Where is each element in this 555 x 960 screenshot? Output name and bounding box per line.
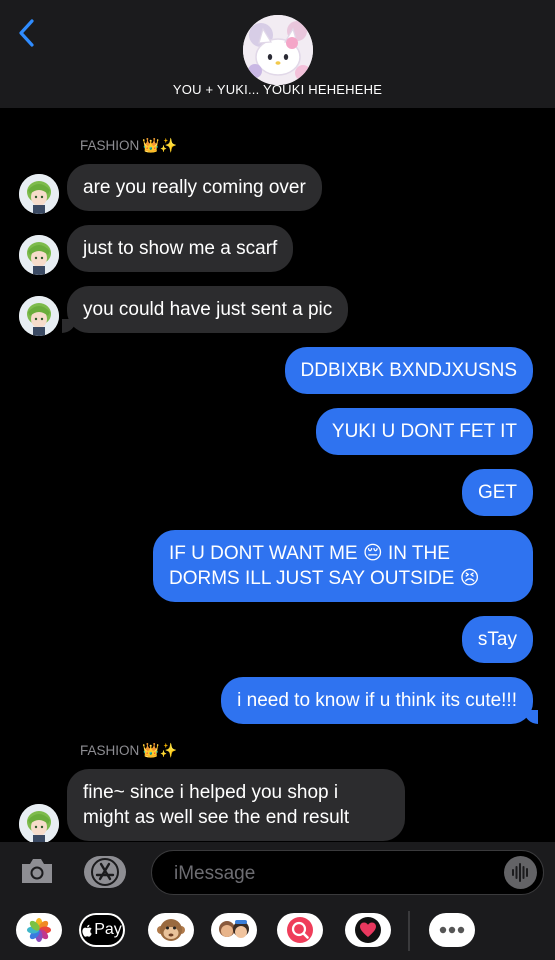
anime-avatar-icon bbox=[19, 174, 59, 214]
outgoing-message-bubble[interactable]: DDBIXBK BXNDJXUSNS bbox=[284, 347, 533, 394]
sender-name: FASHION 👑✨ bbox=[80, 742, 177, 759]
message-input[interactable] bbox=[172, 860, 496, 888]
audio-waveform-icon bbox=[512, 863, 528, 882]
message-text: DDBIXBK BXNDJXUSNS bbox=[300, 360, 517, 381]
image-search-app-button[interactable] bbox=[277, 913, 323, 947]
apple-pay-app-button[interactable]: Pay bbox=[79, 913, 125, 947]
incoming-message-bubble[interactable]: fine~ since i helped you shop i might as… bbox=[67, 769, 405, 841]
animoji-icon bbox=[157, 919, 185, 941]
chevron-left-icon bbox=[19, 19, 34, 47]
anime-avatar-icon bbox=[19, 296, 59, 336]
memoji-icon bbox=[219, 920, 249, 938]
outgoing-message-bubble[interactable]: IF U DONT WANT ME 😔 IN THE DORMS ILL JUS… bbox=[153, 530, 533, 602]
outgoing-message-bubble[interactable]: GET bbox=[461, 469, 533, 516]
drawer-divider bbox=[408, 911, 410, 951]
message-text: you could have just sent a pic bbox=[83, 299, 333, 320]
outgoing-message-bubble[interactable]: sTay bbox=[461, 616, 533, 663]
apple-logo-icon bbox=[82, 924, 92, 937]
message-text: just to show me a scarf bbox=[83, 238, 278, 259]
message-text: YUKI U DONT FET IT bbox=[331, 421, 517, 442]
more-apps-button[interactable] bbox=[429, 913, 475, 947]
photos-app-button[interactable] bbox=[16, 913, 62, 947]
anime-avatar-icon bbox=[19, 235, 59, 275]
app-store-button[interactable] bbox=[84, 856, 126, 888]
incoming-message-bubble[interactable]: you could have just sent a pic bbox=[62, 286, 349, 333]
contact-avatar[interactable] bbox=[19, 235, 59, 275]
app-store-icon bbox=[91, 858, 119, 886]
digital-touch-icon bbox=[355, 917, 381, 943]
incoming-message-bubble[interactable]: are you really coming over bbox=[67, 164, 322, 211]
more-icon bbox=[439, 926, 465, 934]
message-text: sTay bbox=[477, 629, 517, 650]
outgoing-message-bubble[interactable]: i need to know if u think its cute!!! bbox=[221, 677, 538, 724]
outgoing-message-bubble[interactable]: YUKI U DONT FET IT bbox=[315, 408, 533, 455]
message-text: i need to know if u think its cute!!! bbox=[237, 690, 517, 711]
imessage-text-field[interactable] bbox=[151, 850, 544, 895]
contact-avatar[interactable] bbox=[19, 296, 59, 336]
anime-avatar-icon bbox=[19, 804, 59, 844]
message-text: are you really coming over bbox=[83, 177, 306, 198]
group-avatar[interactable] bbox=[243, 15, 313, 85]
sender-name-text: FASHION bbox=[80, 743, 140, 758]
audio-message-button[interactable] bbox=[504, 856, 537, 889]
apple-pay-label: Pay bbox=[94, 921, 122, 938]
camera-icon bbox=[22, 859, 52, 883]
hello-kitty-avatar-icon bbox=[243, 15, 313, 85]
search-images-icon bbox=[287, 917, 313, 943]
message-input-bar bbox=[0, 842, 555, 904]
contact-avatar[interactable] bbox=[19, 174, 59, 214]
contact-avatar[interactable] bbox=[19, 804, 59, 844]
imessage-conversation: YOU + YUKI... YOUKI HEHEHEHE FASHION 👑✨ … bbox=[0, 0, 555, 960]
conversation-title[interactable]: YOU + YUKI... YOUKI HEHEHEHE bbox=[0, 82, 555, 97]
memoji-app-button[interactable] bbox=[211, 913, 257, 947]
sender-name-emoji: 👑✨ bbox=[142, 137, 178, 153]
message-text: IF U DONT WANT ME 😔 IN THE DORMS ILL JUS… bbox=[169, 543, 480, 589]
incoming-message-bubble[interactable]: just to show me a scarf bbox=[67, 225, 294, 272]
bubble-tail bbox=[62, 319, 76, 333]
sender-name-text: FASHION bbox=[80, 138, 140, 153]
apple-pay-badge: Pay bbox=[81, 915, 123, 945]
sender-name-emoji: 👑✨ bbox=[142, 742, 178, 758]
app-drawer: Pay bbox=[0, 904, 555, 960]
digital-touch-app-button[interactable] bbox=[345, 913, 391, 947]
back-button[interactable] bbox=[14, 16, 42, 50]
bubble-tail bbox=[524, 710, 538, 724]
photos-icon bbox=[27, 918, 51, 942]
message-text: GET bbox=[477, 482, 517, 503]
sender-name: FASHION 👑✨ bbox=[80, 137, 177, 154]
animoji-app-button[interactable] bbox=[148, 913, 194, 947]
message-text: fine~ since i helped you shop i might as… bbox=[83, 782, 350, 828]
camera-button[interactable] bbox=[19, 856, 55, 886]
conversation-header: YOU + YUKI... YOUKI HEHEHEHE bbox=[0, 0, 555, 108]
